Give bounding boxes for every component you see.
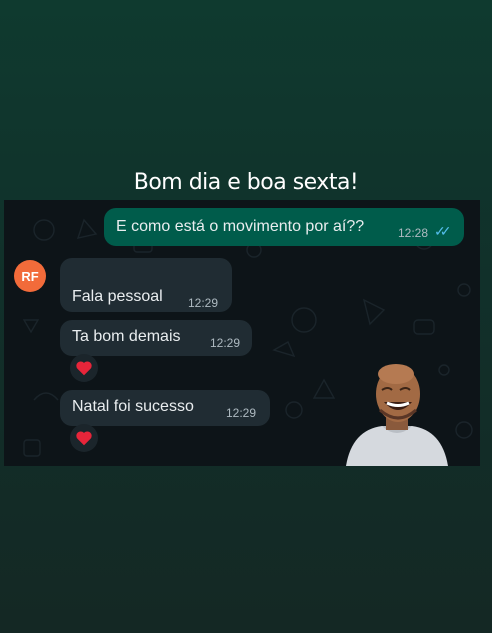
- chat-screenshot: E como está o movimento por aí?? 12:28 ✓…: [4, 200, 480, 466]
- avatar-initials: RF: [21, 268, 39, 284]
- message-time: 12:29: [210, 336, 241, 350]
- reaction-badge[interactable]: [70, 354, 98, 382]
- message-text: Natal foi sucesso: [72, 398, 194, 415]
- message-incoming[interactable]: Natal foi sucesso 12:29: [60, 390, 270, 426]
- message-incoming[interactable]: Fala pessoal 12:29: [60, 258, 232, 312]
- message-time: 12:28: [398, 226, 429, 240]
- double-check-read-icon: ✓✓: [434, 223, 452, 239]
- heart-icon: [76, 431, 92, 446]
- message-text: Fala pessoal: [72, 288, 163, 305]
- message-text: E como está o movimento por aí??: [116, 218, 365, 235]
- message-incoming[interactable]: Ta bom demais 12:29: [60, 320, 252, 356]
- avatar[interactable]: RF: [14, 260, 46, 292]
- heart-icon: [76, 361, 92, 376]
- story-caption: Bom dia e boa sexta!: [133, 170, 359, 195]
- message-time: 12:29: [188, 296, 219, 310]
- message-text: Ta bom demais: [72, 328, 181, 345]
- laughing-man-sticker[interactable]: [342, 360, 452, 466]
- message-outgoing[interactable]: E como está o movimento por aí?? 12:28 ✓…: [104, 208, 464, 246]
- message-time: 12:29: [226, 406, 257, 420]
- reaction-badge[interactable]: [70, 424, 98, 452]
